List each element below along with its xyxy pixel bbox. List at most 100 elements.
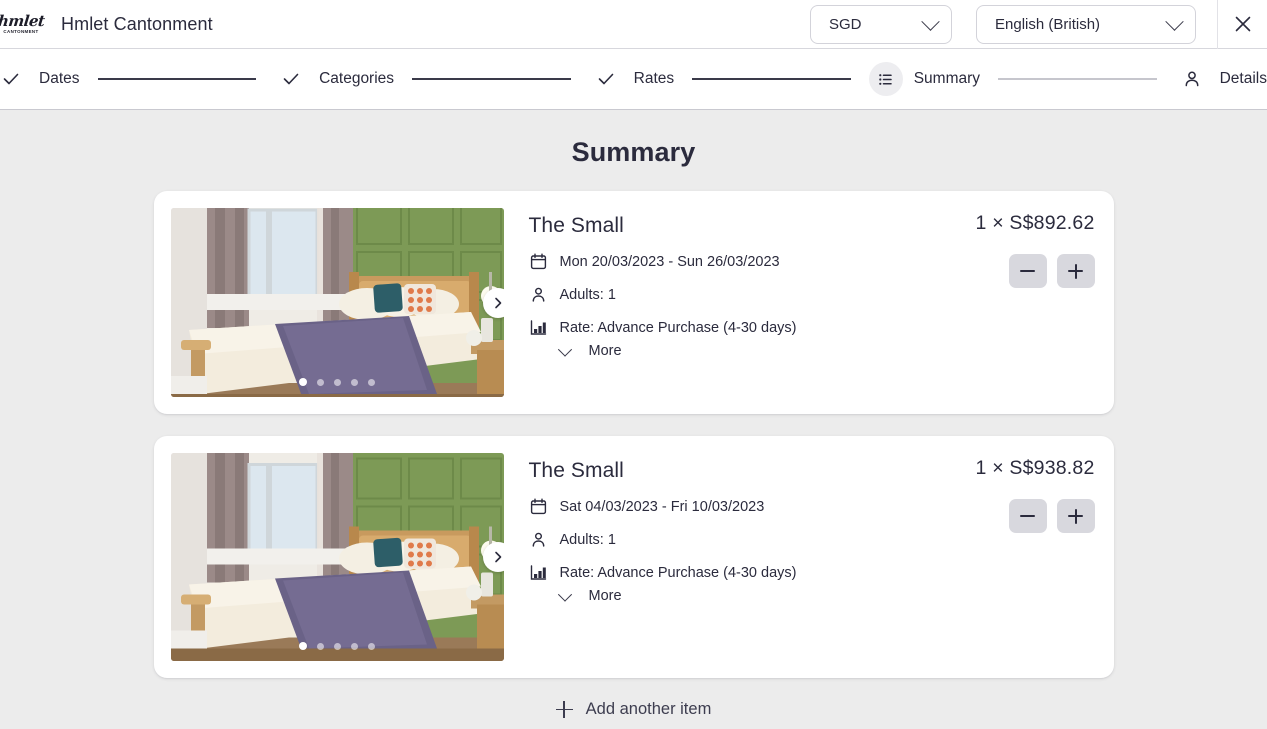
carousel-dot[interactable] [368,378,375,386]
increment-button[interactable] [1056,499,1095,533]
room-name: The Small [528,214,624,237]
stepper-item-categories[interactable]: Categories [274,62,394,96]
person-icon [529,530,548,549]
stepper-label-rates: Rates [633,70,675,87]
stepper-item-details[interactable]: Details [1175,62,1267,96]
check-icon [0,62,28,96]
bar-chart-icon [529,318,548,337]
summary-item-card: The Small Mon 20/03/2023 - Sun 26/03/202… [153,191,1114,414]
item-dates-row: Mon 20/03/2023 - Sun 26/03/2023 [529,252,976,271]
summary-page: Summary The Small Mon 20/03/2023 - Sun 2… [0,110,1267,729]
carousel-dots[interactable] [299,642,375,650]
item-price: 1 × S$938.82 [975,457,1095,479]
header-controls: SGD English (British) [810,0,1267,49]
room-photo [170,453,504,661]
stepper-item-rates[interactable]: Rates [589,62,675,96]
stepper-label-summary: Summary [913,70,981,87]
check-icon [274,62,308,96]
chevron-right-icon [494,551,501,563]
item-guests-row: Adults: 1 [529,530,976,549]
item-dates: Mon 20/03/2023 - Sun 26/03/2023 [559,253,780,270]
calendar-icon [529,497,548,516]
item-rate-row: Rate: Advance Purchase (4-30 days) [529,563,976,582]
item-price-controls: 1 × S$892.62 [976,208,1097,397]
plus-icon [555,701,573,718]
stepper-item-summary[interactable]: Summary [868,62,981,96]
item-rate: Rate: Advance Purchase (4-30 days) [559,564,797,581]
summary-items-list: The Small Mon 20/03/2023 - Sun 26/03/202… [153,191,1114,719]
item-more-label: More [588,343,622,359]
carousel-dot[interactable] [334,642,341,650]
stepper-label-details: Details [1219,70,1267,87]
currency-value: SGD [829,15,862,33]
summary-heading: Summary [571,137,696,167]
room-name: The Small [528,459,624,482]
calendar-icon [529,252,548,271]
person-icon [1175,62,1209,96]
stepper-line-3 [692,78,851,80]
carousel-dot[interactable] [299,378,307,386]
item-details: The Small Mon 20/03/2023 - Sun 26/03/202… [504,208,976,397]
stepper-line-1 [97,78,257,80]
carousel-dot[interactable] [351,642,358,650]
carousel-dot[interactable] [351,378,358,386]
item-guests-row: Adults: 1 [529,285,976,304]
item-guests: Adults: 1 [559,286,616,303]
add-another-item-label: Add another item [585,700,712,718]
close-button[interactable] [1218,0,1267,49]
chevron-down-icon [1165,11,1184,31]
plus-icon [1068,508,1083,524]
decrement-button[interactable] [1008,499,1047,533]
chevron-down-icon [557,342,572,357]
page-title: Hmlet Cantonment [61,13,213,34]
hmlet-logo-icon: hmlet CANTONMENT [0,7,45,41]
room-carousel[interactable] [170,208,504,397]
chevron-down-icon [557,587,572,602]
check-icon [589,62,623,96]
app-header: hmlet CANTONMENT Hmlet Cantonment SGD En… [0,0,1267,49]
list-icon [868,62,903,96]
item-details: The Small Sat 04/03/2023 - Fri 10/03/202… [504,453,976,661]
carousel-dot[interactable] [368,642,375,650]
chevron-right-icon [494,297,501,308]
stepper-line-4 [998,78,1157,80]
quantity-stepper [1008,499,1095,533]
decrement-button[interactable] [1008,254,1047,288]
carousel-dot[interactable] [317,378,324,386]
carousel-dot[interactable] [317,642,324,650]
stepper-line-2 [412,78,571,80]
item-dates-row: Sat 04/03/2023 - Fri 10/03/2023 [529,497,976,516]
item-more-toggle[interactable]: More [557,342,622,359]
room-photo [170,208,504,397]
item-rate-row: Rate: Advance Purchase (4-30 days) [529,318,976,337]
quantity-stepper [1008,254,1095,288]
brand: hmlet CANTONMENT Hmlet Cantonment [0,7,213,41]
language-value: English (British) [995,15,1101,33]
carousel-dot[interactable] [334,378,341,386]
person-icon [529,285,548,304]
minus-icon [1020,270,1035,272]
room-carousel[interactable] [170,453,504,661]
carousel-dot[interactable] [299,642,307,650]
booking-stepper: Dates Categories Rates Summary Details [0,49,1267,110]
increment-button[interactable] [1056,254,1095,288]
item-price-controls: 1 × S$938.82 [976,453,1097,661]
bar-chart-icon [529,563,548,582]
plus-icon [1068,263,1083,279]
logo-wordmark: hmlet [0,11,46,30]
item-more-toggle[interactable]: More [557,587,622,604]
item-more-label: More [588,588,622,604]
item-guests: Adults: 1 [559,531,616,548]
logo-subtitle: CANTONMENT [3,28,39,34]
item-rate: Rate: Advance Purchase (4-30 days) [559,319,797,336]
carousel-dots[interactable] [299,378,375,386]
stepper-label-categories: Categories [319,70,395,87]
language-select[interactable]: English (British) [976,4,1196,44]
currency-select[interactable]: SGD [810,4,952,44]
item-price: 1 × S$892.62 [975,212,1095,234]
summary-item-card: The Small Sat 04/03/2023 - Fri 10/03/202… [153,436,1114,678]
add-another-item-button[interactable]: Add another item [555,700,712,719]
chevron-down-icon [921,11,940,31]
stepper-label-dates: Dates [39,70,80,87]
stepper-item-dates[interactable]: Dates [0,62,80,96]
